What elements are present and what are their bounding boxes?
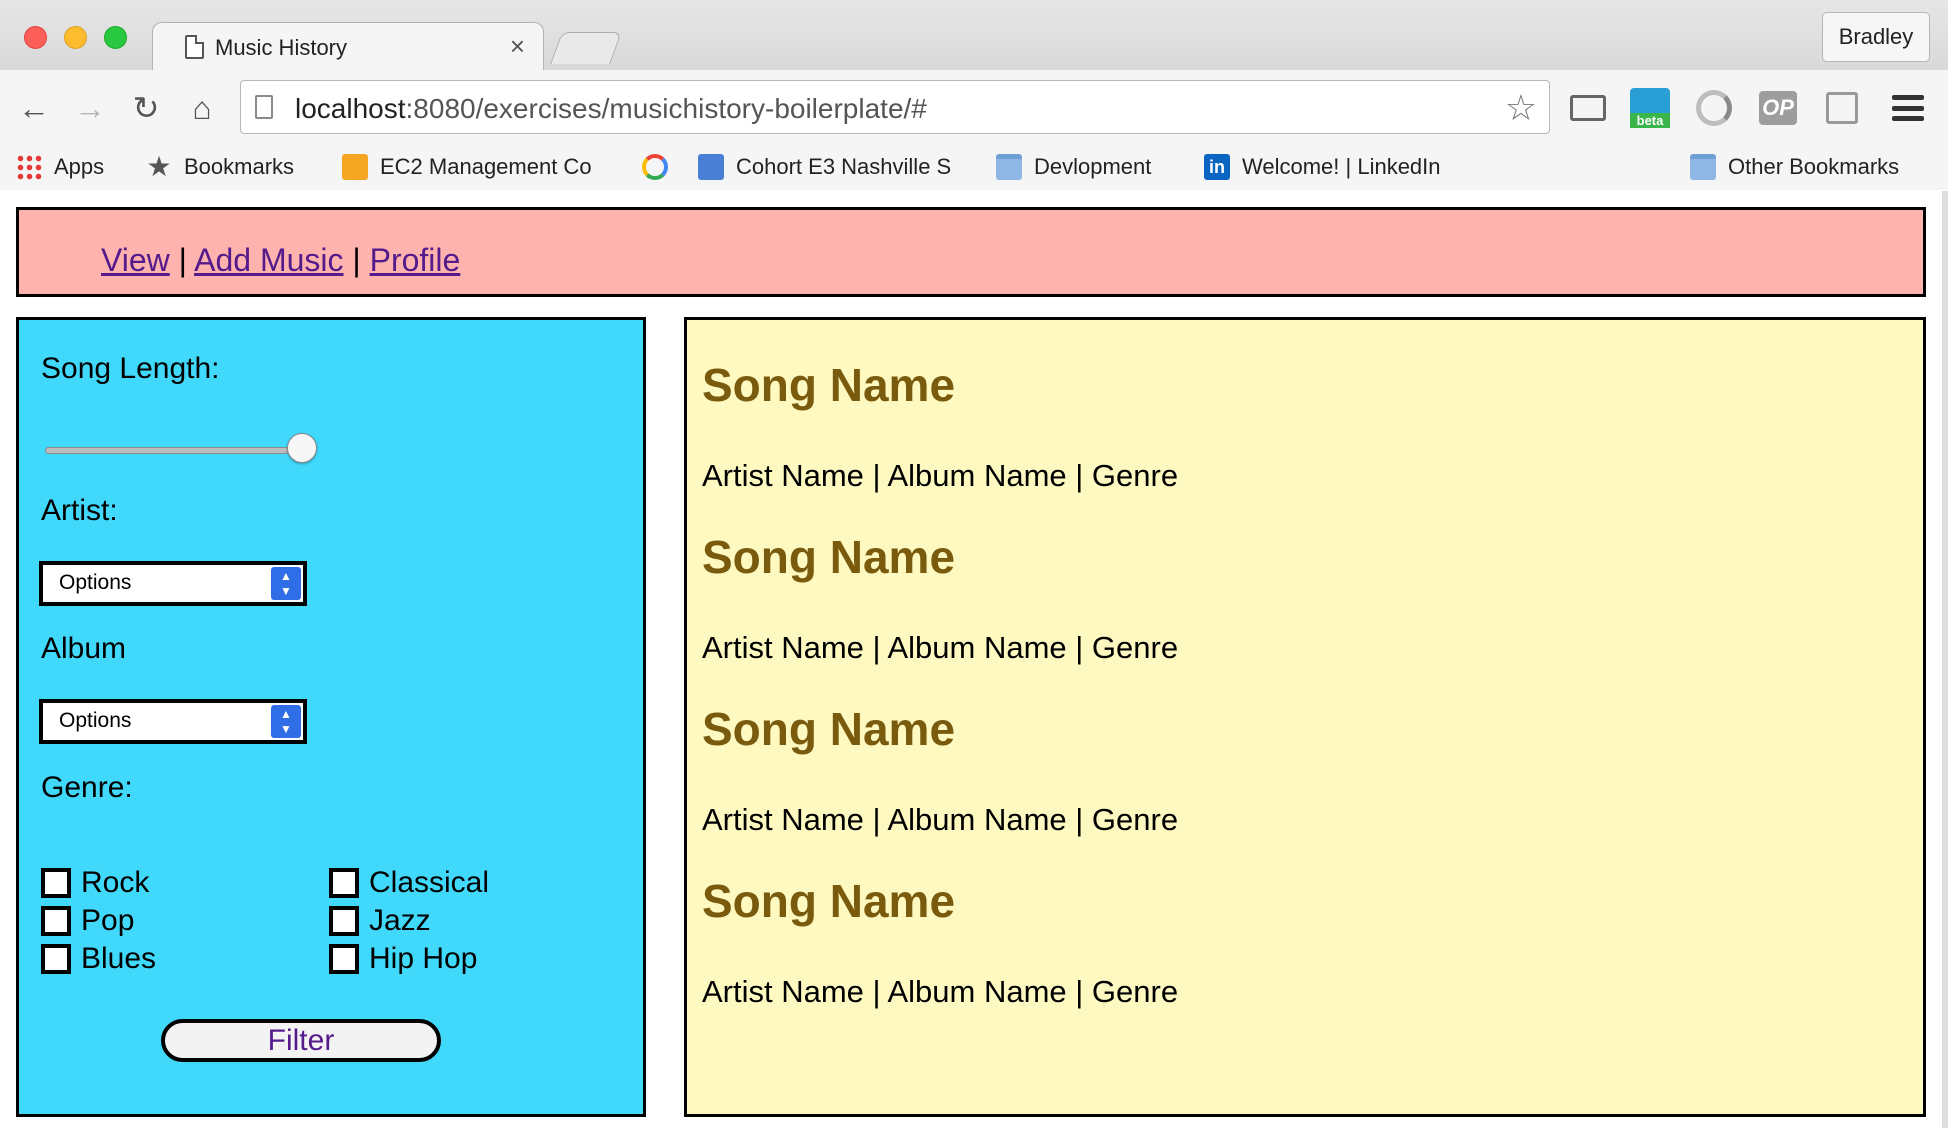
view-link[interactable]: View: [101, 242, 170, 278]
beta-extension-icon[interactable]: [1630, 88, 1670, 128]
blue-page-icon: [698, 154, 724, 180]
song-item: Song Name Artist Name | Album Name | Gen…: [702, 530, 1178, 666]
google-icon: [642, 154, 668, 180]
browser-toolbar: ← → ↻ ⌂ localhost:8080/exercises/musichi…: [0, 70, 1948, 146]
song-length-label: Song Length:: [41, 352, 220, 385]
song-name: Song Name: [702, 875, 956, 927]
profile-link[interactable]: Profile: [370, 242, 461, 278]
bookmark-ec2[interactable]: EC2 Management Co: [342, 152, 592, 182]
select-arrows-icon: ▲ ▼: [271, 705, 301, 738]
song-item: Song Name Artist Name | Album Name | Gen…: [702, 358, 1178, 494]
song-length-slider[interactable]: [45, 433, 317, 467]
bookmark-devlopment[interactable]: Devlopment: [996, 152, 1151, 182]
window-edge: [1942, 191, 1948, 1128]
nav-separator: |: [178, 242, 187, 278]
genre-checkbox-rock[interactable]: Rock: [41, 866, 149, 900]
genre-checkbox-hip-hop[interactable]: Hip Hop: [329, 942, 477, 976]
home-icon[interactable]: ⌂: [182, 88, 222, 128]
document-icon: [185, 35, 204, 59]
tab-strip: Music History × Bradley: [0, 0, 1948, 72]
song-meta: Artist Name | Album Name | Genre: [702, 458, 1179, 493]
cast-icon[interactable]: [1568, 88, 1608, 128]
song-meta: Artist Name | Album Name | Genre: [702, 802, 1179, 837]
nav-header: View | Add Music | Profile: [16, 207, 1926, 297]
checkbox[interactable]: [329, 944, 359, 974]
genre-checkbox-blues[interactable]: Blues: [41, 942, 156, 976]
aws-box-icon: [342, 154, 368, 180]
album-label: Album: [41, 632, 127, 665]
bookmark-linkedin[interactable]: in Welcome! | LinkedIn: [1204, 152, 1441, 182]
url-host: localhost: [295, 93, 406, 124]
close-tab-icon[interactable]: ×: [510, 31, 525, 62]
genre-checkbox-jazz[interactable]: Jazz: [329, 904, 431, 938]
select-arrows-icon: ▲ ▼: [271, 567, 301, 600]
apps-icon: [16, 154, 42, 180]
song-list: Song Name Artist Name | Album Name | Gen…: [684, 317, 1926, 1117]
filter-button[interactable]: Filter: [161, 1019, 441, 1062]
page-icon: [255, 95, 273, 119]
checkbox[interactable]: [41, 868, 71, 898]
folder-icon: [1690, 154, 1716, 180]
page-content: View | Add Music | Profile Song Length: …: [0, 191, 1948, 1128]
artist-select-value: Options: [59, 571, 132, 594]
bookmark-bookmarks[interactable]: ★ Bookmarks: [146, 152, 294, 182]
checkbox[interactable]: [41, 906, 71, 936]
browser-chrome: Music History × Bradley ← → ↻ ⌂ localhos…: [0, 0, 1948, 190]
bookmark-cohort[interactable]: Cohort E3 Nashville S: [698, 152, 951, 182]
slider-track: [45, 447, 289, 454]
nav-separator: |: [352, 242, 361, 278]
bookmark-star-icon[interactable]: ☆: [1505, 87, 1537, 129]
reload-icon[interactable]: ↻: [126, 88, 166, 128]
profile-button[interactable]: Bradley: [1822, 12, 1930, 62]
song-name: Song Name: [702, 359, 956, 411]
artist-select[interactable]: Options ▲ ▼: [39, 561, 307, 606]
bookmark-google[interactable]: [642, 152, 680, 182]
address-bar[interactable]: localhost:8080/exercises/musichistory-bo…: [240, 80, 1550, 134]
minimize-window-button[interactable]: [64, 26, 87, 49]
op-extension-icon[interactable]: OP: [1758, 88, 1798, 128]
song-meta: Artist Name | Album Name | Genre: [702, 630, 1179, 665]
circle-extension-icon[interactable]: [1694, 88, 1734, 128]
star-icon: ★: [146, 151, 172, 182]
back-arrow-icon[interactable]: ←: [14, 88, 54, 128]
zoom-window-button[interactable]: [104, 26, 127, 49]
url-text[interactable]: localhost:8080/exercises/musichistory-bo…: [295, 93, 927, 125]
url-path: :8080/exercises/musichistory-boilerplate…: [405, 93, 927, 124]
close-window-button[interactable]: [24, 26, 47, 49]
slider-thumb[interactable]: [287, 433, 317, 463]
checkbox[interactable]: [329, 906, 359, 936]
genre-label: Genre:: [41, 771, 133, 804]
song-meta: Artist Name | Album Name | Genre: [702, 974, 1179, 1009]
genre-checkbox-classical[interactable]: Classical: [329, 866, 489, 900]
filter-sidebar: Song Length: Artist: Options ▲ ▼ Album Op…: [16, 317, 646, 1117]
genre-checkbox-pop[interactable]: Pop: [41, 904, 134, 938]
copy-extension-icon[interactable]: [1822, 88, 1862, 128]
song-item: Song Name Artist Name | Album Name | Gen…: [702, 702, 1178, 838]
bookmark-apps[interactable]: Apps: [16, 152, 104, 182]
tab-title: Music History: [215, 35, 348, 60]
add-music-link[interactable]: Add Music: [194, 242, 343, 278]
new-tab-button[interactable]: [550, 32, 622, 64]
album-select[interactable]: Options ▲ ▼: [39, 699, 307, 744]
folder-icon: [996, 154, 1022, 180]
nav-links: View | Add Music | Profile: [101, 242, 460, 279]
song-name: Song Name: [702, 703, 956, 755]
artist-label: Artist:: [41, 494, 118, 527]
checkbox[interactable]: [329, 868, 359, 898]
checkbox[interactable]: [41, 944, 71, 974]
album-select-value: Options: [59, 709, 132, 732]
bookmarks-bar: Apps ★ Bookmarks EC2 Management Co Cohor…: [0, 146, 1948, 190]
song-item: Song Name Artist Name | Album Name | Gen…: [702, 874, 1178, 1010]
bookmark-other[interactable]: Other Bookmarks: [1690, 152, 1899, 182]
forward-arrow-icon[interactable]: →: [70, 88, 110, 128]
hamburger-menu-icon[interactable]: [1888, 95, 1928, 121]
linkedin-icon: in: [1204, 154, 1230, 180]
tab-music-history[interactable]: Music History ×: [152, 22, 544, 72]
song-name: Song Name: [702, 531, 956, 583]
